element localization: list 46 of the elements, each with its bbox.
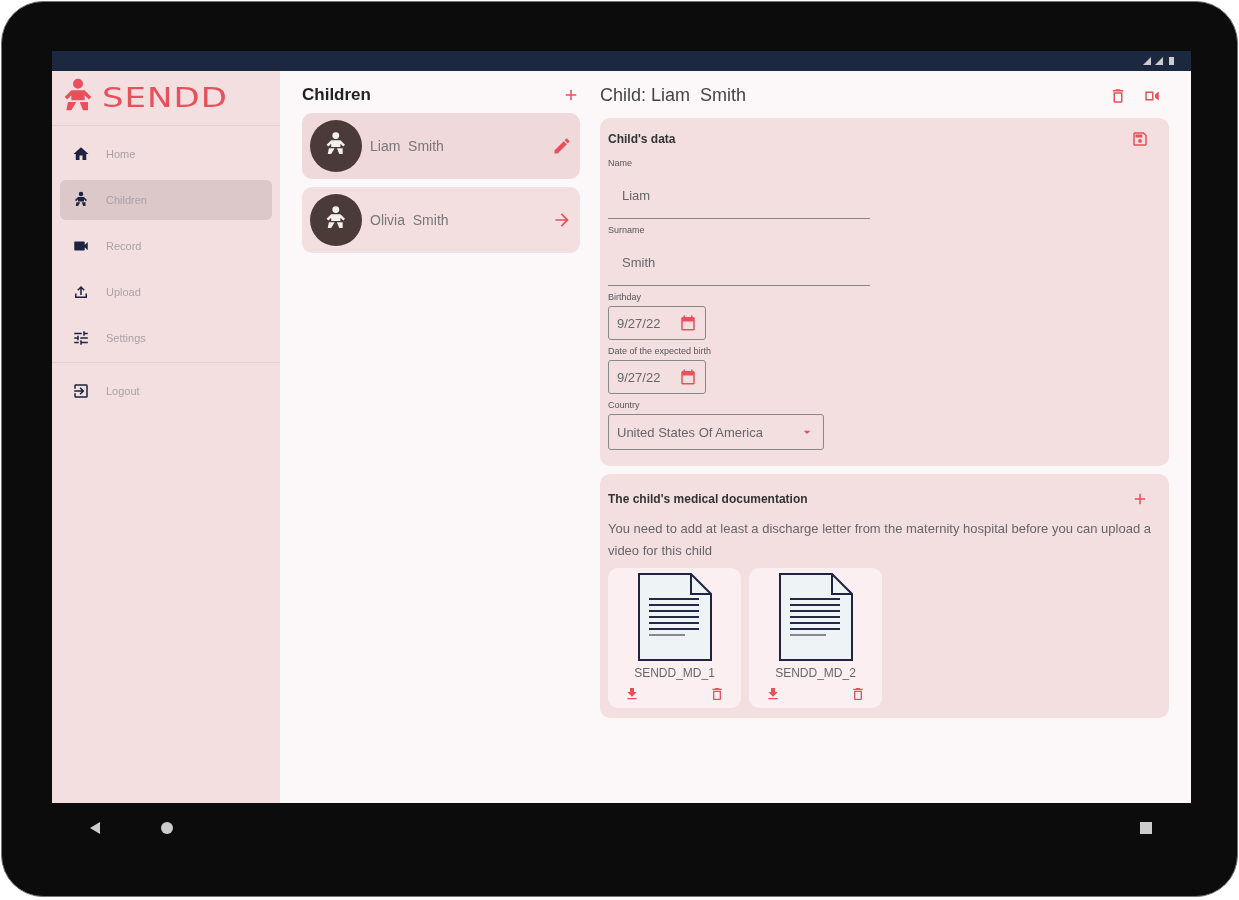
document-card[interactable]: SENDD_MD_2 xyxy=(749,568,882,709)
baby-avatar xyxy=(310,120,362,172)
delete-icon[interactable] xyxy=(709,686,725,703)
field-label: Birthday xyxy=(608,292,643,302)
home-icon[interactable] xyxy=(160,821,174,835)
nav-item[interactable]: Logout xyxy=(60,371,272,411)
save-icon[interactable] xyxy=(1131,130,1149,148)
nav-item[interactable]: Record xyxy=(60,226,272,266)
edit-icon[interactable] xyxy=(552,136,572,156)
document-name: SENDD_MD_2 xyxy=(775,666,856,681)
date-field[interactable]: 9/27/22 xyxy=(608,306,706,340)
card-title: Child's data xyxy=(608,132,676,146)
section-title: Children xyxy=(302,85,371,105)
settings-icon xyxy=(72,329,90,347)
back-icon[interactable] xyxy=(88,821,102,835)
child-name: Olivia Smith xyxy=(370,212,450,228)
document-icon xyxy=(636,572,713,663)
document-name: SENDD_MD_1 xyxy=(634,666,715,681)
child-card[interactable]: Liam Smith xyxy=(302,113,580,179)
date-field[interactable]: 9/27/22 xyxy=(608,360,706,394)
country-dropdown[interactable]: United States Of America xyxy=(608,414,824,450)
document-icon xyxy=(777,572,854,663)
logo-text: SENDD xyxy=(102,81,228,113)
logout-icon xyxy=(72,382,90,400)
calendar-icon xyxy=(679,368,697,386)
field-label: Name xyxy=(608,158,633,168)
nav-item[interactable]: Home xyxy=(60,134,272,174)
text-field[interactable]: Liam xyxy=(608,172,870,219)
card-title: The child's medical documentation xyxy=(608,492,808,506)
nav-item[interactable]: Upload xyxy=(60,272,272,312)
field-label: Date of the expected birth xyxy=(608,346,713,356)
home-icon xyxy=(72,145,90,163)
upload-icon xyxy=(72,283,90,301)
calendar-icon xyxy=(679,314,697,332)
baby-avatar xyxy=(310,194,362,246)
child-title: Child: Liam Smith xyxy=(600,85,747,106)
delete-icon[interactable] xyxy=(850,686,866,703)
field-label: Country xyxy=(608,400,641,410)
document-card[interactable]: SENDD_MD_1 xyxy=(608,568,741,709)
field-label: Surname xyxy=(608,225,646,235)
notice-text: You need to add at least a discharge letter from the maternity hospital before you can upload a video for this child xyxy=(608,520,1152,561)
nav-item[interactable]: Settings xyxy=(60,318,272,358)
text-field[interactable]: Smith xyxy=(608,239,870,286)
child-name: Liam Smith xyxy=(370,138,445,154)
recents-icon[interactable] xyxy=(1139,821,1153,835)
child-card[interactable]: Olivia Smith xyxy=(302,187,580,253)
